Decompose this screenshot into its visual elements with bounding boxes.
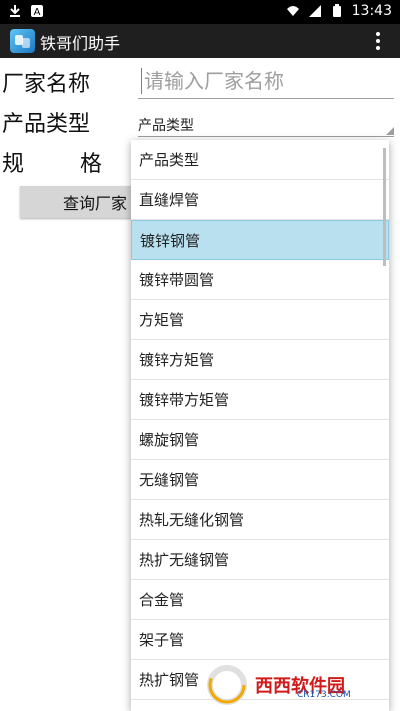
dropdown-item[interactable]: 螺旋钢管 <box>131 420 389 460</box>
app-bar: 铁哥们助手 <box>0 24 400 58</box>
text-cursor <box>141 68 142 94</box>
dropdown-item[interactable]: 热轧无缝化钢管 <box>131 500 389 540</box>
overflow-menu-icon[interactable] <box>368 30 388 54</box>
dropdown-item[interactable]: 镀锌带方矩管 <box>131 380 389 420</box>
app-title: 铁哥们助手 <box>40 34 121 53</box>
notification-a-icon: A <box>31 5 43 18</box>
product-type-spinner[interactable]: 产品类型 <box>138 115 194 135</box>
battery-icon <box>332 4 341 17</box>
dropdown-item[interactable]: 架子管 <box>131 620 389 660</box>
svg-text:A: A <box>34 7 41 18</box>
dropdown-item[interactable]: 镀锌带圆管 <box>131 260 389 300</box>
product-type-underline <box>138 136 394 137</box>
dropdown-item[interactable]: 镀锌方矩管 <box>131 340 389 380</box>
dropdown-item[interactable]: 镀锌钢管 <box>131 220 389 260</box>
spec-label-part1: 规 <box>2 152 25 177</box>
product-type-label: 产品类型 <box>2 112 91 137</box>
manufacturer-underline <box>138 98 394 99</box>
manufacturer-input[interactable] <box>138 64 400 98</box>
wifi-icon <box>286 6 299 16</box>
dropdown-item[interactable]: 方矩管 <box>131 300 389 340</box>
app-logo-icon <box>10 29 35 53</box>
watermark-subtext: CR173.COM <box>297 690 351 700</box>
status-time: 13:43 <box>351 3 392 19</box>
dropdown-item[interactable]: 无缝钢管 <box>131 460 389 500</box>
spinner-arrow-icon[interactable] <box>386 127 394 135</box>
status-bar: A 13:43 <box>0 0 400 24</box>
dropdown-list: 产品类型 直缝焊管 镀锌钢管 镀锌带圆管 方矩管 镀锌方矩管 镀锌带方矩管 螺旋钢管 无缝钢管热… <box>131 140 389 700</box>
dropdown-item[interactable]: 直缝焊管 <box>131 180 389 220</box>
download-icon <box>10 5 20 17</box>
product-type-dropdown: 产品类型 直缝焊管 镀锌钢管 镀锌带圆管 方矩管 镀锌方矩管 镀锌带方矩管 螺旋钢管 无缝钢管热… <box>131 140 389 711</box>
watermark-c-icon <box>207 665 247 705</box>
spec-label-part2: 格 <box>80 152 103 177</box>
manufacturer-label: 厂家名称 <box>2 72 91 97</box>
dropdown-item[interactable]: 热扩无缝钢管 <box>131 540 389 580</box>
watermark-logo: 西西软件园 CR173.COM <box>203 664 383 706</box>
signal-icon <box>308 5 321 17</box>
dropdown-scrollbar[interactable] <box>383 148 386 266</box>
dropdown-item[interactable]: 产品类型 <box>131 140 389 180</box>
dropdown-item[interactable]: 合金管 <box>131 580 389 620</box>
